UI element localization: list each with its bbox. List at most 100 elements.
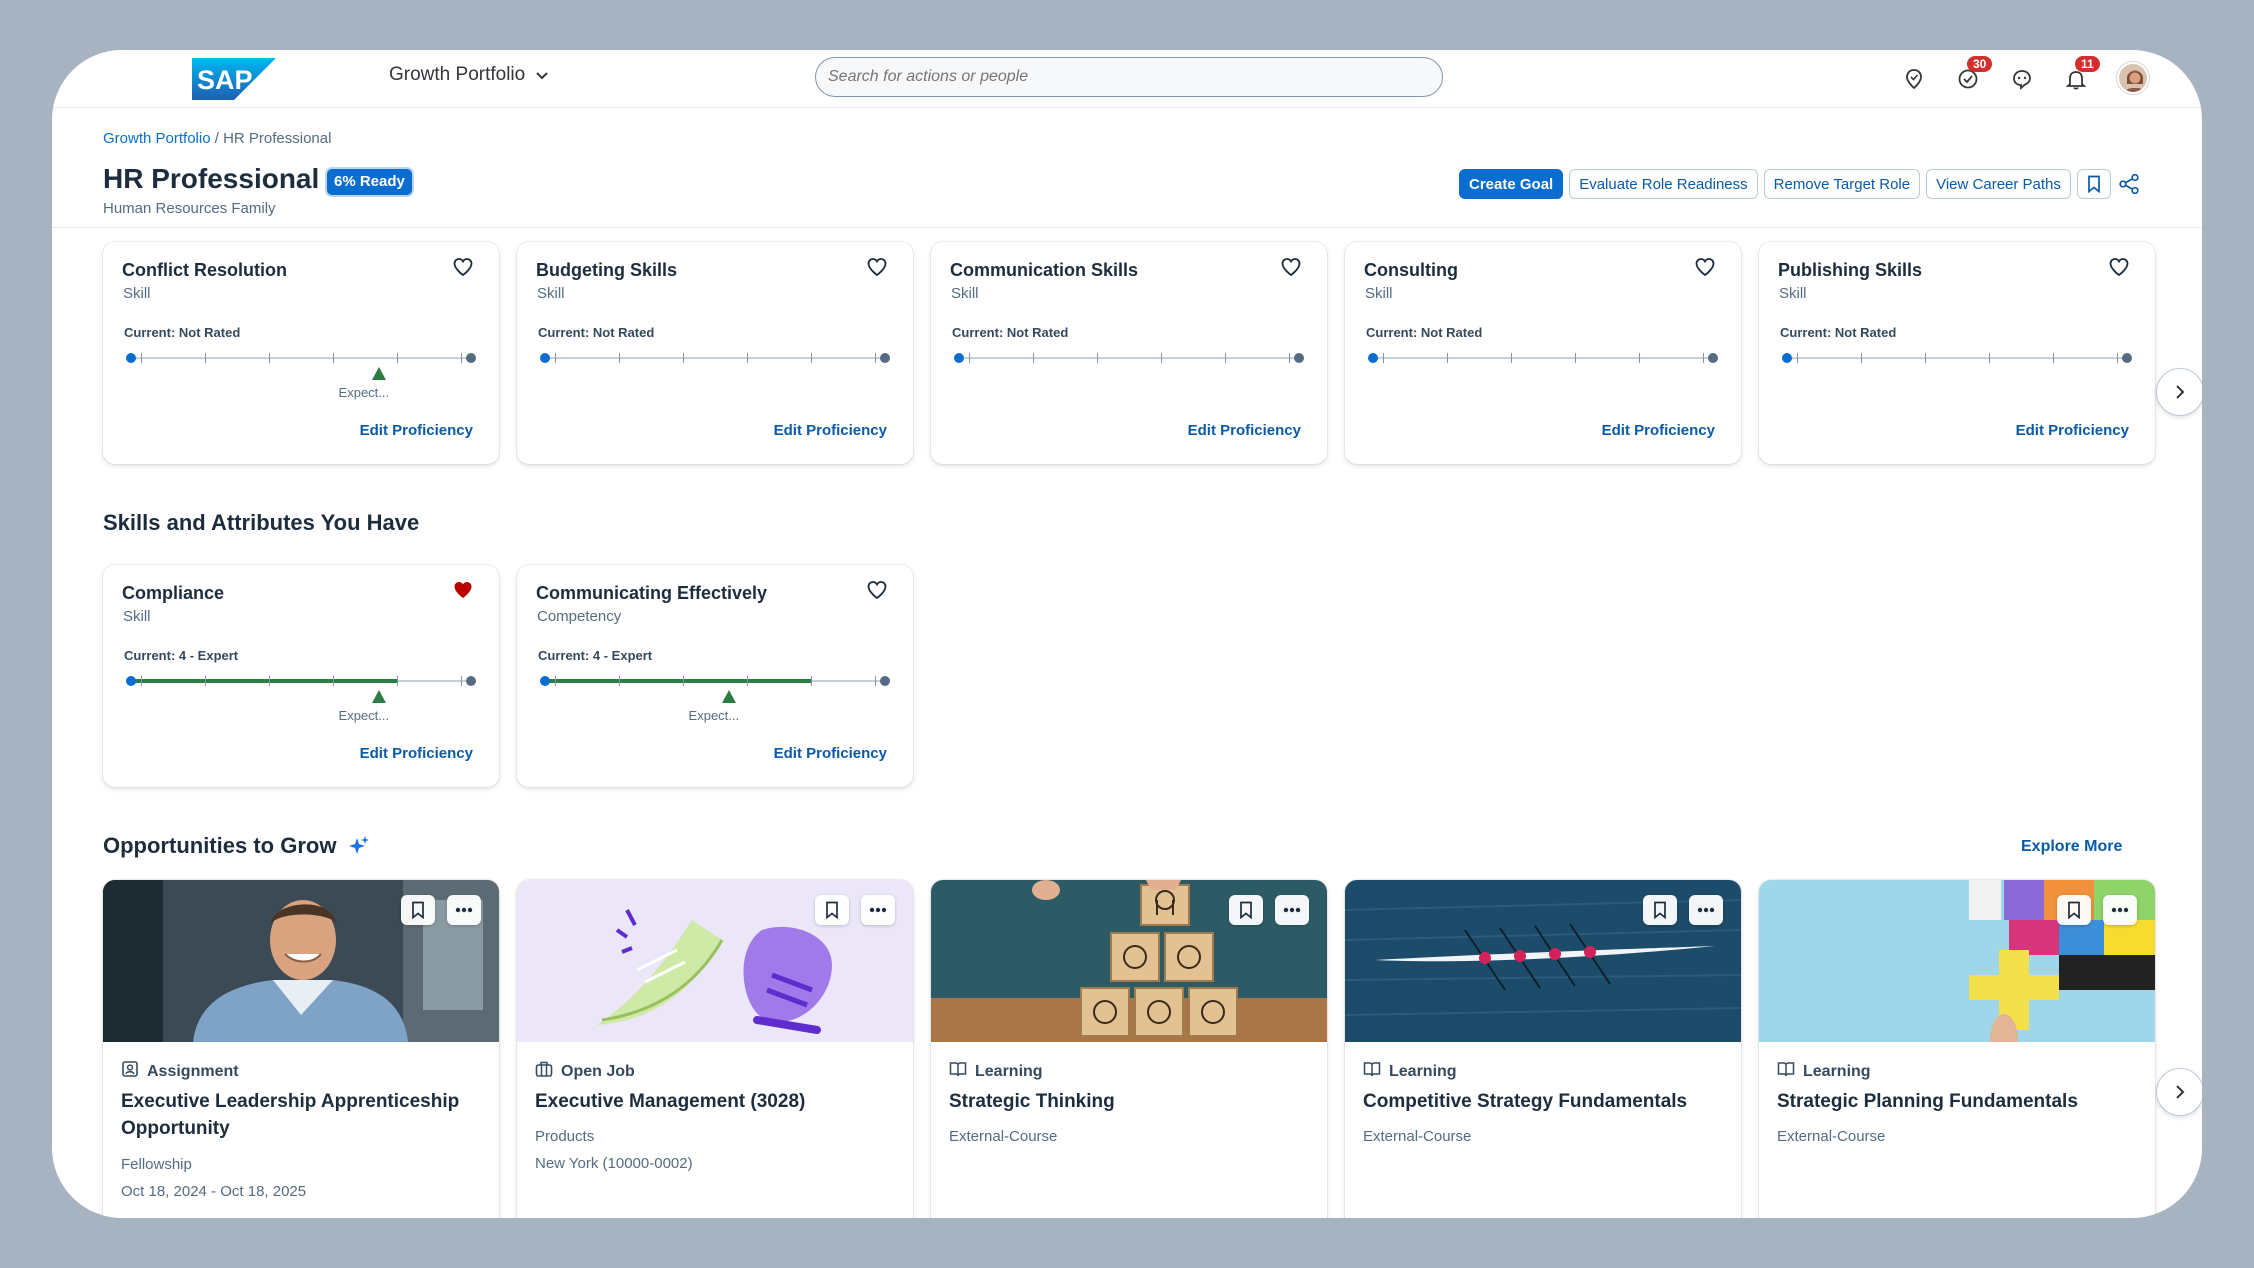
edit-proficiency-link[interactable]: Edit Proficiency (360, 422, 473, 439)
more-options-button[interactable] (861, 895, 895, 925)
evaluate-role-readiness-button[interactable]: Evaluate Role Readiness (1569, 169, 1758, 199)
heart-icon[interactable] (1281, 258, 1301, 281)
next-skills-button[interactable] (2156, 368, 2202, 416)
opportunity-meta-secondary: New York (10000-0002) (535, 1155, 693, 1172)
skill-card[interactable]: Budgeting Skills Skill Current: Not Rate… (517, 242, 913, 464)
proficiency-track: Expect... (126, 353, 476, 400)
page-title: HR Professional (103, 163, 320, 194)
edit-proficiency-link[interactable]: Edit Proficiency (360, 745, 473, 762)
opportunity-card[interactable]: Learning Strategic Planning Fundamentals… (1759, 880, 2155, 1218)
opportunity-kind-label: Assignment (147, 1062, 239, 1080)
skill-type: Skill (537, 285, 565, 302)
remove-target-role-button[interactable]: Remove Target Role (1763, 169, 1921, 199)
bookmark-button[interactable] (2057, 895, 2091, 925)
heart-icon[interactable] (867, 581, 887, 604)
track-tick (141, 353, 142, 363)
tasks-icon[interactable]: 30 (1953, 56, 1993, 94)
skill-name: Communicating Effectively (536, 583, 768, 603)
skill-name: Publishing Skills (1778, 260, 1923, 280)
share-icon[interactable] (2118, 173, 2140, 200)
bookmark-button[interactable] (2076, 169, 2111, 199)
opportunity-kind: Assignment (121, 1060, 239, 1083)
assistant-icon[interactable] (2007, 64, 2037, 94)
edit-proficiency-link[interactable]: Edit Proficiency (774, 745, 887, 762)
search-input[interactable] (828, 68, 1430, 86)
heart-icon[interactable] (1695, 258, 1715, 281)
more-options-button[interactable] (447, 895, 481, 925)
edit-proficiency-link[interactable]: Edit Proficiency (2016, 422, 2129, 439)
heart-icon[interactable] (453, 258, 473, 281)
track-tick (969, 353, 970, 363)
more-icon (869, 907, 887, 913)
app-window: SAP Growth Portfolio 30 11 Growth Por (52, 50, 2202, 1218)
opportunity-card[interactable]: Assignment Executive Leadership Apprenti… (103, 880, 499, 1218)
track-end-dot (880, 676, 890, 686)
opportunity-card[interactable]: Learning Strategic Thinking External-Cou… (931, 880, 1327, 1218)
track-tick (1033, 353, 1034, 363)
proficiency-track (954, 353, 1304, 363)
heart-filled-icon[interactable] (453, 581, 473, 604)
breadcrumb-link-growth-portfolio[interactable]: Growth Portfolio (103, 130, 211, 147)
track-tick (1225, 353, 1226, 363)
create-goal-button[interactable]: Create Goal (1459, 169, 1564, 199)
opportunities-title: Opportunities to Grow (103, 833, 337, 858)
edit-proficiency-link[interactable]: Edit Proficiency (1188, 422, 1301, 439)
explore-more-link[interactable]: Explore More (2021, 838, 2122, 856)
bell-icon[interactable]: 11 (2061, 56, 2100, 94)
avatar[interactable] (2117, 62, 2149, 94)
skill-type: Skill (1365, 285, 1393, 302)
opportunity-kind-label: Learning (1389, 1062, 1457, 1080)
edit-proficiency-link[interactable]: Edit Proficiency (774, 422, 887, 439)
track-tick (1639, 353, 1640, 363)
edit-proficiency-link[interactable]: Edit Proficiency (1602, 422, 1715, 439)
opportunity-title[interactable]: Strategic Thinking (949, 1088, 1309, 1115)
opportunity-title[interactable]: Strategic Planning Fundamentals (1777, 1088, 2137, 1115)
bookmark-button[interactable] (401, 895, 435, 925)
track-tick (1925, 353, 1926, 363)
book-icon (949, 1060, 967, 1083)
current-proficiency: Current: Not Rated (1780, 325, 1897, 340)
opportunity-card[interactable]: Open Job Executive Management (3028) Pro… (517, 880, 913, 1218)
opportunity-title[interactable]: Executive Leadership Apprenticeship Oppo… (121, 1088, 481, 1142)
expected-level-marker (722, 690, 736, 703)
next-opportunities-button[interactable] (2156, 1068, 2202, 1116)
more-options-button[interactable] (2103, 895, 2137, 925)
expected-level-label: Expect... (338, 385, 390, 400)
more-options-button[interactable] (1275, 895, 1309, 925)
heart-icon[interactable] (2109, 258, 2129, 281)
opportunity-title[interactable]: Executive Management (3028) (535, 1088, 895, 1115)
product-switcher[interactable]: Growth Portfolio (389, 64, 549, 86)
skill-card[interactable]: Conflict Resolution Skill Current: Not R… (103, 242, 499, 464)
track-tick (683, 676, 684, 686)
track-tick (875, 676, 876, 686)
opportunity-card[interactable]: Learning Competitive Strategy Fundamenta… (1345, 880, 1741, 1218)
bookmark-button[interactable] (815, 895, 849, 925)
heart-icon[interactable] (867, 258, 887, 281)
opportunity-kind: Learning (1777, 1060, 1871, 1083)
skill-card[interactable]: Publishing Skills Skill Current: Not Rat… (1759, 242, 2155, 464)
track-tick (461, 676, 462, 686)
sap-logo[interactable]: SAP (192, 58, 276, 100)
more-icon (1283, 907, 1301, 913)
book-icon (1363, 1060, 1381, 1083)
opportunity-kind: Learning (1363, 1060, 1457, 1083)
skill-card[interactable]: Communicating Effectively Competency Cur… (517, 565, 913, 787)
view-career-paths-button[interactable]: View Career Paths (1926, 169, 2071, 199)
opportunity-title[interactable]: Competitive Strategy Fundamentals (1363, 1088, 1723, 1115)
book-icon (1777, 1060, 1795, 1083)
skill-card[interactable]: Communication Skills Skill Current: Not … (931, 242, 1327, 464)
proficiency-track (1368, 353, 1718, 363)
track-start-dot (126, 353, 136, 363)
search-field[interactable] (815, 57, 1443, 97)
skill-type: Competency (537, 608, 622, 625)
breadcrumb-current: HR Professional (223, 130, 332, 147)
bookmark-button[interactable] (1643, 895, 1677, 925)
track-tick (1575, 353, 1576, 363)
skill-card[interactable]: Consulting Skill Current: Not Rated Edit… (1345, 242, 1741, 464)
more-options-button[interactable] (1689, 895, 1723, 925)
location-pin-icon[interactable] (1899, 64, 1929, 94)
skill-card[interactable]: Compliance Skill Current: 4 - Expert Exp… (103, 565, 499, 787)
bookmark-button[interactable] (1229, 895, 1263, 925)
current-proficiency: Current: Not Rated (124, 325, 241, 340)
bookmark-icon (2068, 901, 2080, 919)
